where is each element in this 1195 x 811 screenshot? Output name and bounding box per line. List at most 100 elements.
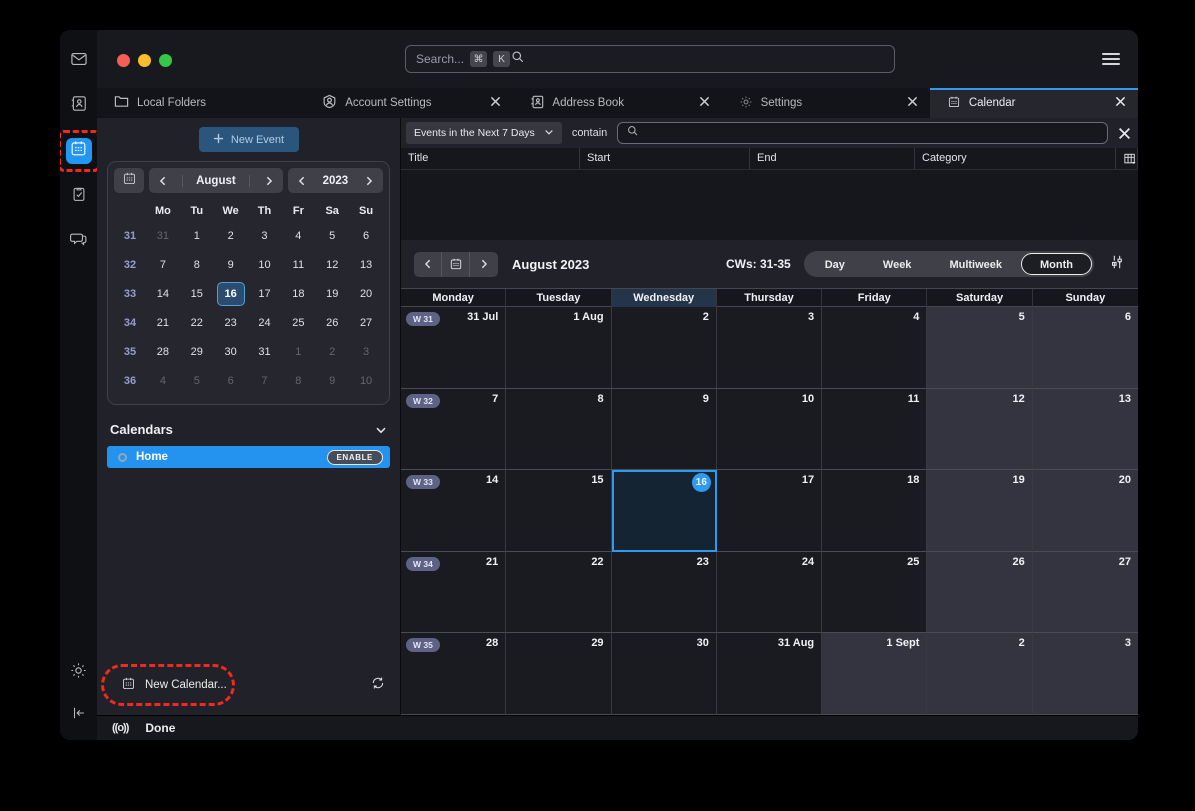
event-list-empty[interactable]: [401, 170, 1138, 240]
month-cell[interactable]: 1 Sept: [822, 633, 927, 715]
prev-period-button[interactable]: [414, 252, 442, 277]
space-address-book-button[interactable]: [66, 93, 92, 119]
month-cell[interactable]: W 327: [401, 389, 506, 471]
mini-day-cell[interactable]: 3: [349, 338, 383, 367]
mini-day-cell[interactable]: 29: [180, 338, 214, 367]
mini-day-cell[interactable]: 7: [248, 367, 282, 396]
mini-day-cell[interactable]: 9: [214, 251, 248, 280]
tab-local-folders[interactable]: Local Folders: [97, 88, 305, 118]
mini-day-cell[interactable]: 9: [315, 367, 349, 396]
month-cell[interactable]: W 3528: [401, 633, 506, 715]
next-year-button[interactable]: [364, 176, 374, 186]
month-cell[interactable]: W 3314: [401, 470, 506, 552]
mini-day-cell[interactable]: 22: [180, 309, 214, 338]
mini-day-cell[interactable]: 10: [248, 251, 282, 280]
close-tab-icon[interactable]: [490, 96, 501, 110]
month-cell[interactable]: 25: [822, 552, 927, 634]
mini-day-cell[interactable]: 16: [214, 280, 248, 309]
mini-day-cell[interactable]: 15: [180, 280, 214, 309]
mini-day-cell[interactable]: 19: [315, 280, 349, 309]
mini-day-cell[interactable]: 24: [248, 309, 282, 338]
month-cell[interactable]: 8: [506, 389, 611, 471]
mini-day-cell[interactable]: 3: [248, 222, 282, 251]
mini-day-cell[interactable]: 18: [281, 280, 315, 309]
month-cell[interactable]: 11: [822, 389, 927, 471]
column-header-title[interactable]: Title: [401, 148, 580, 169]
tab-account-settings[interactable]: Account Settings: [305, 88, 513, 118]
month-cell[interactable]: 29: [506, 633, 611, 715]
rotate-view-button[interactable]: [1109, 254, 1125, 275]
month-cell[interactable]: 22: [506, 552, 611, 634]
mini-day-cell[interactable]: 26: [315, 309, 349, 338]
mini-day-cell[interactable]: 2: [315, 338, 349, 367]
mini-day-cell[interactable]: 10: [349, 367, 383, 396]
spaces-settings-button[interactable]: [66, 660, 92, 686]
month-cell[interactable]: 10: [717, 389, 822, 471]
mini-day-cell[interactable]: 27: [349, 309, 383, 338]
space-mail-button[interactable]: [66, 48, 92, 74]
space-tasks-button[interactable]: [66, 183, 92, 209]
month-cell[interactable]: 6: [1033, 307, 1138, 389]
tab-settings[interactable]: Settings: [722, 88, 930, 118]
month-cell[interactable]: 1 Aug: [506, 307, 611, 389]
month-cell[interactable]: 12: [927, 389, 1032, 471]
month-cell[interactable]: 3: [1033, 633, 1138, 715]
view-tab-multiweek[interactable]: Multiweek: [930, 253, 1021, 275]
tab-calendar[interactable]: Calendar: [930, 88, 1138, 118]
prev-month-button[interactable]: [158, 176, 168, 186]
space-calendar-button[interactable]: [66, 138, 92, 164]
mini-calendar-today-button[interactable]: [114, 168, 144, 193]
mini-day-cell[interactable]: 8: [281, 367, 315, 396]
column-header-start[interactable]: Start: [580, 148, 750, 169]
mini-day-cell[interactable]: 7: [146, 251, 180, 280]
mini-day-cell[interactable]: 4: [146, 367, 180, 396]
month-cell[interactable]: 5: [927, 307, 1032, 389]
mini-day-cell[interactable]: 31: [146, 222, 180, 251]
mini-day-cell[interactable]: 6: [214, 367, 248, 396]
close-window-button[interactable]: [117, 54, 130, 67]
mini-day-cell[interactable]: 11: [281, 251, 315, 280]
mini-day-cell[interactable]: 12: [315, 251, 349, 280]
month-cell[interactable]: 23: [612, 552, 717, 634]
month-cell[interactable]: 15: [506, 470, 611, 552]
enable-badge[interactable]: ENABLE: [327, 450, 384, 465]
month-cell[interactable]: 2: [612, 307, 717, 389]
close-tab-icon[interactable]: [907, 96, 918, 110]
month-cell[interactable]: 18: [822, 470, 927, 552]
event-filter-search-input[interactable]: [617, 122, 1108, 144]
event-range-dropdown[interactable]: Events in the Next 7 Days: [406, 122, 562, 144]
month-cell[interactable]: W 3421: [401, 552, 506, 634]
month-cell[interactable]: 19: [927, 470, 1032, 552]
month-cell[interactable]: 2: [927, 633, 1032, 715]
mini-day-cell[interactable]: 17: [248, 280, 282, 309]
mini-day-cell[interactable]: 28: [146, 338, 180, 367]
prev-year-button[interactable]: [297, 176, 307, 186]
close-tab-icon[interactable]: [1115, 96, 1126, 110]
goto-today-button[interactable]: [442, 252, 470, 277]
next-period-button[interactable]: [470, 252, 498, 277]
new-event-button[interactable]: New Event: [199, 127, 299, 152]
month-cell[interactable]: 4: [822, 307, 927, 389]
app-menu-button[interactable]: [1102, 53, 1120, 65]
mini-day-cell[interactable]: 8: [180, 251, 214, 280]
column-header-end[interactable]: End: [750, 148, 915, 169]
month-cell[interactable]: 30: [612, 633, 717, 715]
mini-day-cell[interactable]: 1: [281, 338, 315, 367]
calendar-list-item-home[interactable]: Home ENABLE: [107, 446, 390, 468]
month-cell[interactable]: 3: [717, 307, 822, 389]
mini-day-cell[interactable]: 6: [349, 222, 383, 251]
column-picker-button[interactable]: [1116, 148, 1138, 169]
activity-broadcast-icon[interactable]: ((o)): [112, 722, 128, 734]
month-cell-today[interactable]: 16: [612, 470, 717, 552]
month-cell[interactable]: 27: [1033, 552, 1138, 634]
close-filter-button[interactable]: [1118, 127, 1131, 140]
mini-day-cell[interactable]: 21: [146, 309, 180, 338]
mini-day-cell[interactable]: 5: [180, 367, 214, 396]
mini-day-cell[interactable]: 1: [180, 222, 214, 251]
close-tab-icon[interactable]: [699, 96, 710, 110]
new-calendar-button[interactable]: New Calendar...: [107, 667, 241, 703]
month-cell[interactable]: 24: [717, 552, 822, 634]
mini-day-cell[interactable]: 25: [281, 309, 315, 338]
mini-day-cell[interactable]: 20: [349, 280, 383, 309]
collapse-spaces-button[interactable]: [66, 702, 92, 728]
